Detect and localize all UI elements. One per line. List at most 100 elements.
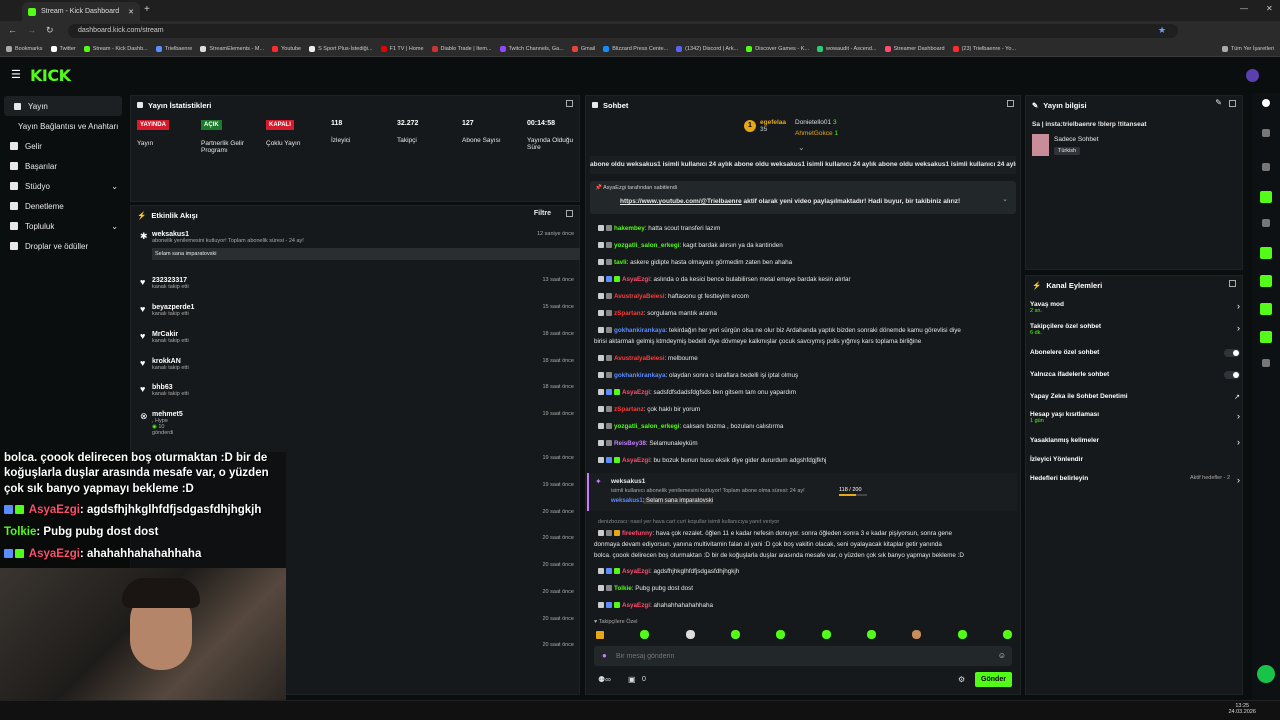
sidebar-item-droplar[interactable]: Droplar ve ödüller	[0, 236, 128, 256]
emote-icon[interactable]	[912, 630, 922, 639]
slow-mode-action[interactable]: Yavaş mod 2 sn. ›	[1030, 301, 1240, 314]
clipboard-icon[interactable]	[1262, 219, 1270, 227]
avatar[interactable]	[1246, 69, 1259, 82]
bolt-icon[interactable]	[1260, 191, 1272, 203]
sidebar-item-denetleme[interactable]: Denetleme	[0, 196, 128, 216]
bookmark-item[interactable]: Blizzard Press Cente...	[603, 45, 668, 52]
sidebar-item-studyo[interactable]: Stüdyo ⌄	[0, 176, 128, 196]
gift-icon[interactable]: ▣	[628, 675, 636, 684]
emote-icon[interactable]	[730, 630, 740, 639]
banned-words-action[interactable]: Yasaklanmış kelimeler ›	[1030, 437, 1240, 447]
settings-people-icon[interactable]: ⚉∞	[598, 675, 611, 684]
bookmark-star-icon[interactable]: ★	[1158, 25, 1166, 36]
chat-input[interactable]	[616, 649, 986, 663]
bookmark-item[interactable]: Twitter	[50, 45, 76, 52]
chevron-right-icon: ›	[1237, 475, 1240, 485]
forward-icon[interactable]: →	[27, 25, 36, 35]
category-name[interactable]: Sadece Sohbet	[1054, 136, 1098, 143]
collapse-icon[interactable]: ⌄	[798, 143, 805, 152]
expand-icon[interactable]	[566, 100, 573, 107]
bookmark-item[interactable]: Streamer Dashboard	[884, 45, 945, 52]
bookmark-item[interactable]: Discover Games - K...	[746, 45, 809, 52]
gear-icon[interactable]: ⚙	[958, 675, 965, 684]
kick-logo[interactable]: KICK	[30, 66, 71, 85]
reload-icon[interactable]: ↻	[46, 25, 54, 36]
bookmark-item[interactable]: S Sport Plus-İstediği...	[309, 45, 373, 52]
top-gifter-3[interactable]: AhmetGokce 1	[795, 130, 838, 137]
expand-icon[interactable]	[1229, 280, 1236, 287]
multistream-tag: KAPALI	[266, 120, 294, 130]
close-tab-icon[interactable]: ✕	[128, 8, 134, 16]
emote-icon[interactable]	[821, 630, 831, 639]
pencil-icon[interactable]	[1262, 129, 1270, 137]
edit-icon[interactable]: ✎	[1215, 98, 1222, 107]
link-icon[interactable]	[1260, 275, 1272, 287]
url-field[interactable]: dashboard.kick.com/stream	[68, 24, 1178, 38]
top-gifter-2[interactable]: Donietello01 3	[795, 119, 837, 126]
browser-tab[interactable]: Stream - Kick Dashboard ✕	[22, 2, 140, 21]
server-icon[interactable]	[1260, 303, 1272, 315]
subs-chat-toggle[interactable]	[1224, 349, 1240, 357]
badge-icon	[598, 530, 604, 536]
followers-only-label: ♥ Takipçilere Özel	[594, 619, 638, 625]
bookmark-item[interactable]: Youtube	[272, 45, 301, 52]
bookmark-item[interactable]: (23) Trielbaenre - Yo...	[952, 45, 1016, 52]
ai-mod-action[interactable]: Yapay Zeka ile Sohbet Denetimi ↗	[1030, 393, 1240, 401]
send-button[interactable]: Gönder	[975, 672, 1012, 687]
bookmark-item[interactable]: Bookmarks	[6, 45, 43, 52]
bookmark-item[interactable]: Gmail	[571, 45, 595, 52]
minimize-icon[interactable]: —	[1240, 4, 1248, 13]
bookmark-item[interactable]: (1342) Discord | Ark...	[676, 45, 738, 52]
emote-icon[interactable]	[957, 630, 967, 639]
bookmark-item[interactable]: StreamElements - M...	[200, 45, 264, 52]
back-icon[interactable]: ←	[8, 25, 17, 35]
trophy-icon	[10, 162, 18, 170]
emoji-icon[interactable]: ☺	[998, 651, 1006, 660]
info-icon[interactable]	[1262, 99, 1270, 107]
tools-icon[interactable]	[1260, 331, 1272, 343]
bookmark-item[interactable]: Stream - Kick Dashb...	[83, 45, 148, 52]
chevron-down-icon[interactable]: ⌄	[1002, 195, 1008, 203]
bookmark-item[interactable]: Twitch Channels, Ga...	[499, 45, 564, 52]
stat-live: YAYINDA Yayın	[137, 120, 169, 147]
sidebar-item-stream-key[interactable]: Yayın Bağlantısı ve Anahtarı	[0, 116, 128, 136]
goals-action[interactable]: Hedefleri belirleyin Aktif hedefler - 2 ›	[1030, 475, 1240, 485]
sidebar-item-basarilar[interactable]: Başarılar	[0, 156, 128, 176]
expand-icon[interactable]	[1229, 100, 1236, 107]
pin-icon: 📌	[595, 185, 604, 191]
pinned-link[interactable]: https://www.youtube.com/@Trielbaenre	[620, 198, 742, 205]
account-age-action[interactable]: Hesap yaşı kısıtlaması 1 gün ›	[1030, 411, 1240, 424]
emote-icon[interactable]	[596, 630, 604, 639]
chat-icon[interactable]	[1260, 247, 1272, 259]
menu-icon[interactable]: ☰	[11, 68, 21, 81]
emote-icon[interactable]	[1002, 630, 1012, 639]
bookmark-item[interactable]: Diablo Trade | Item...	[431, 45, 492, 52]
bookmark-item[interactable]: Trielbaenre	[155, 45, 192, 52]
bookmark-item[interactable]: wowaudit - Ascend...	[817, 45, 877, 52]
redirect-action[interactable]: İzleyici Yönlendir	[1030, 456, 1240, 463]
sidebar-item-yayin[interactable]: Yayın	[4, 96, 122, 116]
sidebar-item-gelir[interactable]: Gelir	[0, 136, 128, 156]
chevron-down-icon: ⌄	[111, 221, 118, 231]
hype-icon: ⊗	[140, 411, 148, 421]
emote-icon[interactable]	[866, 630, 876, 639]
close-window-icon[interactable]: ✕	[1266, 4, 1273, 13]
camera-icon[interactable]	[1262, 163, 1270, 171]
top-gifter-1[interactable]: egefelaa 35	[760, 119, 786, 133]
mic-icon[interactable]: ●	[602, 651, 607, 660]
emote-chat-toggle[interactable]	[1224, 371, 1240, 379]
sidebar-item-topluluk[interactable]: Topluluk ⌄	[0, 216, 128, 236]
emote-icon[interactable]	[640, 630, 650, 639]
bookmark-item[interactable]: F1 TV | Home	[380, 45, 424, 52]
apps-icon[interactable]	[1262, 359, 1270, 367]
emote-icon[interactable]	[776, 630, 786, 639]
expand-icon[interactable]	[566, 210, 573, 217]
expand-icon[interactable]	[1007, 100, 1014, 107]
emote-icon[interactable]	[685, 630, 695, 639]
badge-icon	[598, 242, 604, 248]
followers-chat-action[interactable]: Takipçilere özel sohbet 6 dk. ›	[1030, 323, 1240, 336]
all-bookmarks[interactable]: Tüm Yer İşaretleri	[1221, 45, 1280, 52]
filter-button[interactable]: Filtre	[534, 210, 551, 217]
new-tab-icon[interactable]: +	[144, 4, 150, 15]
whatsapp-icon[interactable]	[1257, 665, 1275, 683]
